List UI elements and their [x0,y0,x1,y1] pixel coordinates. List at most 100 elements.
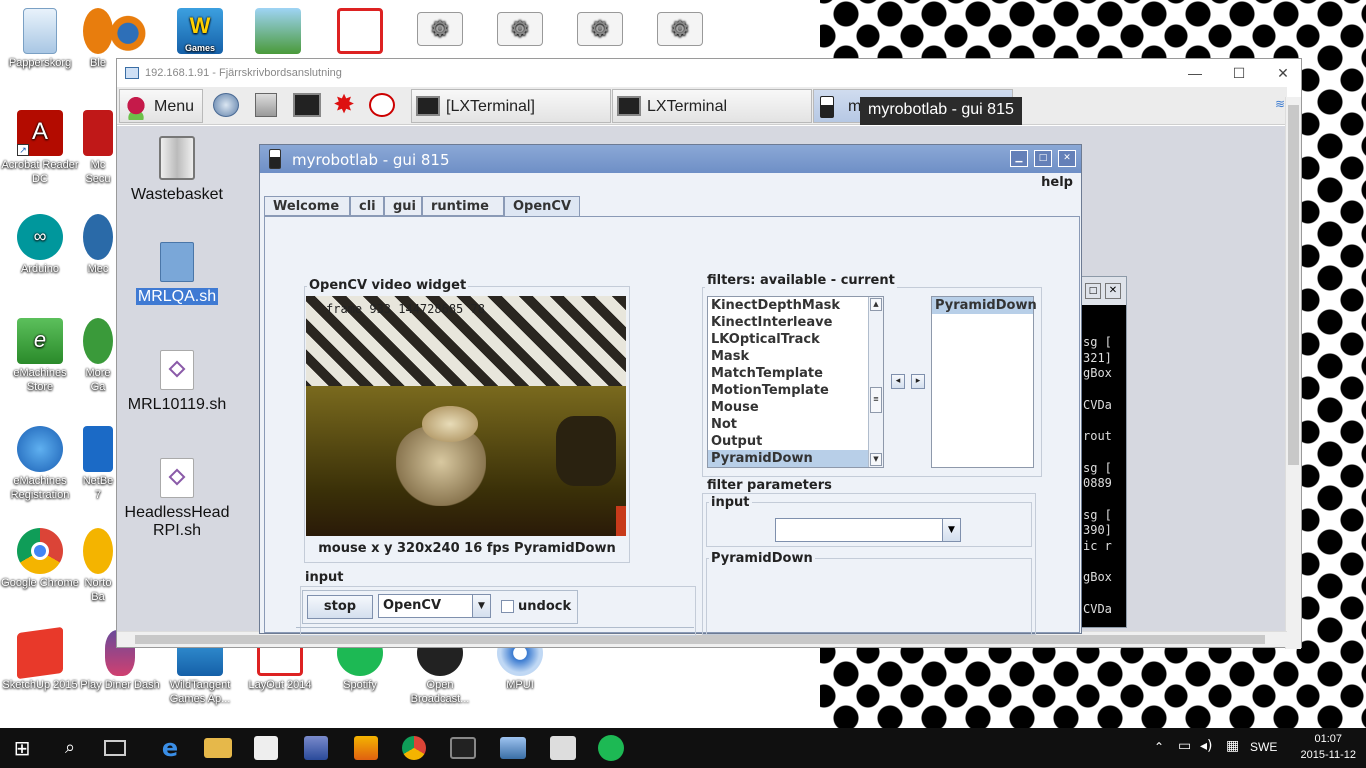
desktop-icon-gear-1[interactable]: ⚙ [400,12,480,48]
video-feed[interactable]: frame 933 144728685 78 [306,296,626,536]
add-filter-button[interactable]: ▸ [911,374,925,389]
volume-icon[interactable]: ◂) [1200,738,1213,754]
desktop-icon-more-games[interactable]: More Ga [80,318,116,398]
battery-icon[interactable]: ▭ [1178,738,1191,754]
terminal-icon[interactable] [293,93,321,117]
stop-button[interactable]: stop [307,595,373,619]
desktop-icon-wildtangent-top[interactable]: W Games [160,8,240,56]
file-explorer-icon[interactable] [204,738,232,758]
inkscape-icon[interactable] [550,736,576,760]
tab-runtime[interactable]: runtime [422,196,504,216]
filter-input-select[interactable]: ▼ [775,518,961,542]
current-filters-list[interactable]: PyramidDown [931,296,1037,468]
filter-item[interactable]: MotionTemplate [708,382,883,399]
desktop-icon-mrl10119[interactable]: MRL10119.sh [122,350,232,414]
tab-gui[interactable]: gui [384,196,422,216]
maximize-icon[interactable]: □ [1085,283,1101,299]
browser-icon[interactable] [213,93,239,117]
chrome-icon[interactable] [402,736,426,760]
flask-icon [820,96,834,118]
language-indicator[interactable]: SWE [1250,740,1277,754]
desktop-icon-camera[interactable] [238,8,318,56]
filter-item[interactable]: Mouse [708,399,883,416]
desktop-icon-gear-3[interactable]: ⚙ [560,12,640,48]
terminal-line: sg [ [1083,507,1112,522]
desktop-icon-mrlqa[interactable]: MRLQA.sh [122,242,232,306]
icon-label: Acrobat Reader DC [1,159,79,185]
media-player-icon[interactable] [354,736,378,760]
desktop-icon-acrobat[interactable]: A ↗ Acrobat Reader DC [0,110,80,186]
scroll-up-icon[interactable]: ▲ [870,298,882,311]
desktop-icon-chrome[interactable]: Google Chrome [0,528,80,590]
desktop-icon-recycle-bin[interactable]: Papperskorg [0,8,80,70]
filter-item[interactable]: PyramidDown [708,450,883,467]
desktop-icon-arduino[interactable]: ∞ Arduino [0,214,80,276]
layout-icon [337,8,383,54]
pyramiddown-label: PyramidDown [709,551,815,566]
desktop-icon-emachines-registration[interactable]: eMachines Registration [0,426,80,502]
search-icon[interactable]: ⌕ [56,734,84,762]
tab-cli[interactable]: cli [350,196,384,216]
spotify-icon[interactable] [598,735,624,761]
desktop-icon-media[interactable]: Mec [80,214,116,284]
available-filters-list[interactable]: KinectDepthMask KinectInterleave LKOptical… [707,296,884,468]
close-button[interactable]: ✕ [1058,150,1076,167]
desktop-icon-emachines-store[interactable]: e eMachines Store [0,318,80,394]
rdp-close-button[interactable]: ✕ [1273,63,1293,83]
desktop-icon-sketchup[interactable]: SketchUp 2015 [0,626,80,692]
desktop-icon-netbeans[interactable]: NetBe 7 [80,426,116,506]
mcafee-icon [83,110,113,156]
desktop-icon-gear-2[interactable]: ⚙ [480,12,560,48]
filter-item[interactable]: Mask [708,348,883,365]
task-lxterminal-2[interactable]: LXTerminal [612,89,812,123]
app-icon[interactable] [304,736,328,760]
rdp-vertical-scrollbar[interactable] [1285,97,1301,649]
desktop-icon-layout[interactable] [320,8,400,56]
task-view-icon[interactable] [104,740,126,756]
tab-opencv[interactable]: OpenCV [504,196,580,217]
rdp-minimize-button[interactable]: — [1185,63,1205,83]
tab-welcome[interactable]: Welcome [264,196,350,216]
filter-item[interactable]: Not [708,416,883,433]
wolfram-icon[interactable] [369,93,395,117]
menu-button[interactable]: Menu [119,89,203,123]
close-icon[interactable]: ✕ [1105,283,1121,299]
remote-desktop-icon[interactable] [500,737,526,759]
rdp-maximize-button[interactable]: ☐ [1229,63,1249,83]
network-icon[interactable]: ▦ [1226,738,1239,754]
clock[interactable]: 01:07 2015-11-12 [1301,731,1356,763]
filter-item[interactable]: LKOpticalTrack [708,331,883,348]
source-select[interactable]: OpenCV ▼ [378,594,491,618]
task-lxterminal-1[interactable]: [LXTerminal] [411,89,611,123]
scroll-thumb[interactable] [135,635,1265,644]
desktop-icon-wastebasket[interactable]: Wastebasket [122,136,232,204]
chevron-up-icon[interactable]: ⌃ [1154,740,1164,754]
edge-icon[interactable]: e [156,734,184,762]
desktop-icon-blender[interactable]: Ble [80,8,116,72]
start-icon[interactable]: ⊞ [8,734,36,762]
filter-item[interactable]: Output [708,433,883,450]
list-scrollbar[interactable]: ▲ ≡ ▼ [868,297,883,467]
desktop-icon-mcafee[interactable]: Mc Secu [80,110,116,190]
scroll-down-icon[interactable]: ▼ [870,453,882,466]
file-manager-icon[interactable] [255,93,277,117]
wildtangent-icon: W Games [177,8,223,54]
available-filters-items: KinectDepthMask KinectInterleave LKOptical… [708,297,883,467]
remove-filter-button[interactable]: ◂ [891,374,905,389]
filter-item[interactable]: KinectDepthMask [708,297,883,314]
maximize-button[interactable]: □ [1034,150,1052,167]
filter-item[interactable]: MatchTemplate [708,365,883,382]
desktop-icon-norton[interactable]: Norto Ba [80,528,116,608]
desktop-icon-gear-4[interactable]: ⚙ [640,12,720,48]
store-icon[interactable] [254,736,278,760]
current-filter-item[interactable]: PyramidDown [932,297,1037,314]
scroll-thumb[interactable] [1288,105,1299,465]
minimize-button[interactable]: ▁ [1010,150,1028,167]
terminal-icon[interactable] [450,737,476,759]
undock-checkbox[interactable] [501,600,514,613]
help-menu[interactable]: help [1041,175,1073,190]
desktop-icon-headlessheadrpi[interactable]: HeadlessHeadRPI.sh [122,458,232,540]
burst-icon[interactable]: ✸ [331,92,357,118]
scroll-thumb[interactable]: ≡ [870,387,882,413]
filter-item[interactable]: KinectInterleave [708,314,883,331]
